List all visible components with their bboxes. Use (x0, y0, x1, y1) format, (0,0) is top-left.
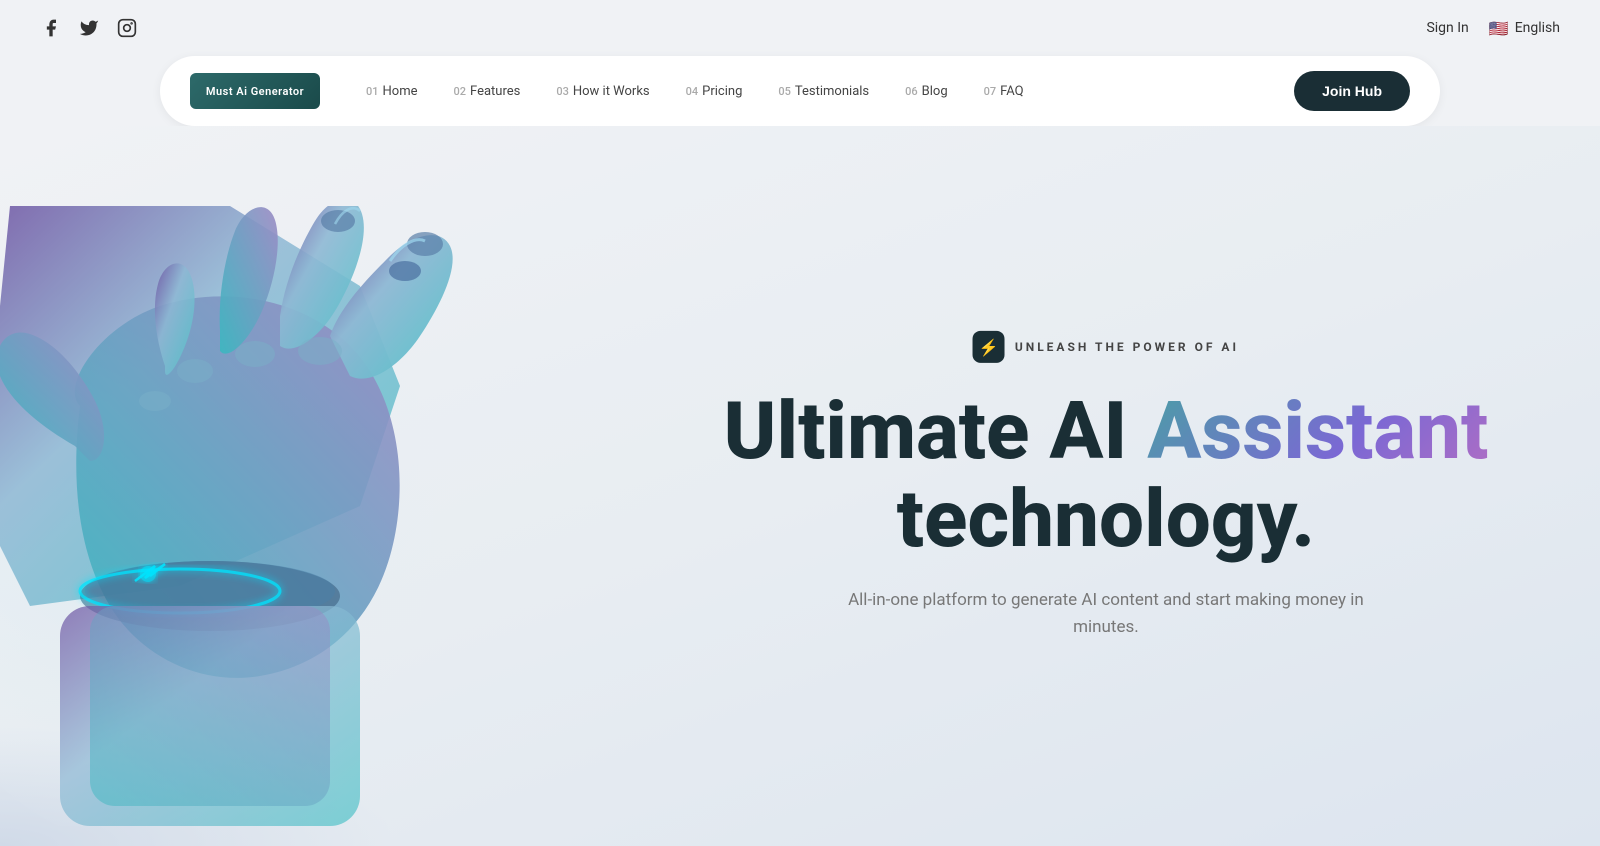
hero-section: ⚡ UNLEASH THE POWER OF AI Ultimate AI As… (0, 126, 1600, 846)
badge-text: UNLEASH THE POWER OF AI (1015, 340, 1239, 354)
join-hub-button[interactable]: Join Hub (1294, 71, 1410, 111)
nav-item-testimonials[interactable]: 05Testimonials (762, 76, 885, 107)
hero-title-part1: Ultimate AI (724, 384, 1148, 478)
hero-subtitle: All-in-one platform to generate AI conte… (846, 587, 1366, 641)
twitter-icon[interactable] (78, 17, 100, 39)
hero-title-gradient: Assistant (1147, 384, 1488, 478)
robot-hand (0, 206, 550, 826)
language-selector[interactable]: 🇺🇸 English (1489, 19, 1560, 38)
logo[interactable]: Must Ai Generator (190, 73, 320, 109)
nav-item-features[interactable]: 02Features (438, 76, 537, 107)
badge-lightning-icon: ⚡ (973, 331, 1005, 363)
nav-item-faq[interactable]: 07FAQ (968, 76, 1040, 107)
hero-content: ⚡ UNLEASH THE POWER OF AI Ultimate AI As… (724, 331, 1489, 641)
nav-item-how-it-works[interactable]: 03How it Works (540, 76, 665, 107)
hero-badge: ⚡ UNLEASH THE POWER OF AI (973, 331, 1239, 363)
navbar: Must Ai Generator 01Home02Features03How … (160, 56, 1440, 126)
logo-area[interactable]: Must Ai Generator (190, 73, 320, 109)
instagram-icon[interactable] (116, 17, 138, 39)
hero-title-part2: technology. (897, 472, 1315, 566)
hero-title: Ultimate AI Assistant technology. (724, 387, 1489, 563)
nav-item-home[interactable]: 01Home (350, 76, 434, 107)
language-label: English (1515, 20, 1560, 36)
facebook-icon[interactable] (40, 17, 62, 39)
top-right: Sign In 🇺🇸 English (1426, 19, 1560, 38)
social-icons (40, 17, 138, 39)
nav-links: 01Home02Features03How it Works04Pricing0… (350, 76, 1294, 107)
sign-in-link[interactable]: Sign In (1426, 20, 1468, 36)
top-bar: Sign In 🇺🇸 English (0, 0, 1600, 56)
nav-item-pricing[interactable]: 04Pricing (670, 76, 759, 107)
nav-item-blog[interactable]: 06Blog (889, 76, 964, 107)
flag-icon: 🇺🇸 (1489, 19, 1509, 38)
